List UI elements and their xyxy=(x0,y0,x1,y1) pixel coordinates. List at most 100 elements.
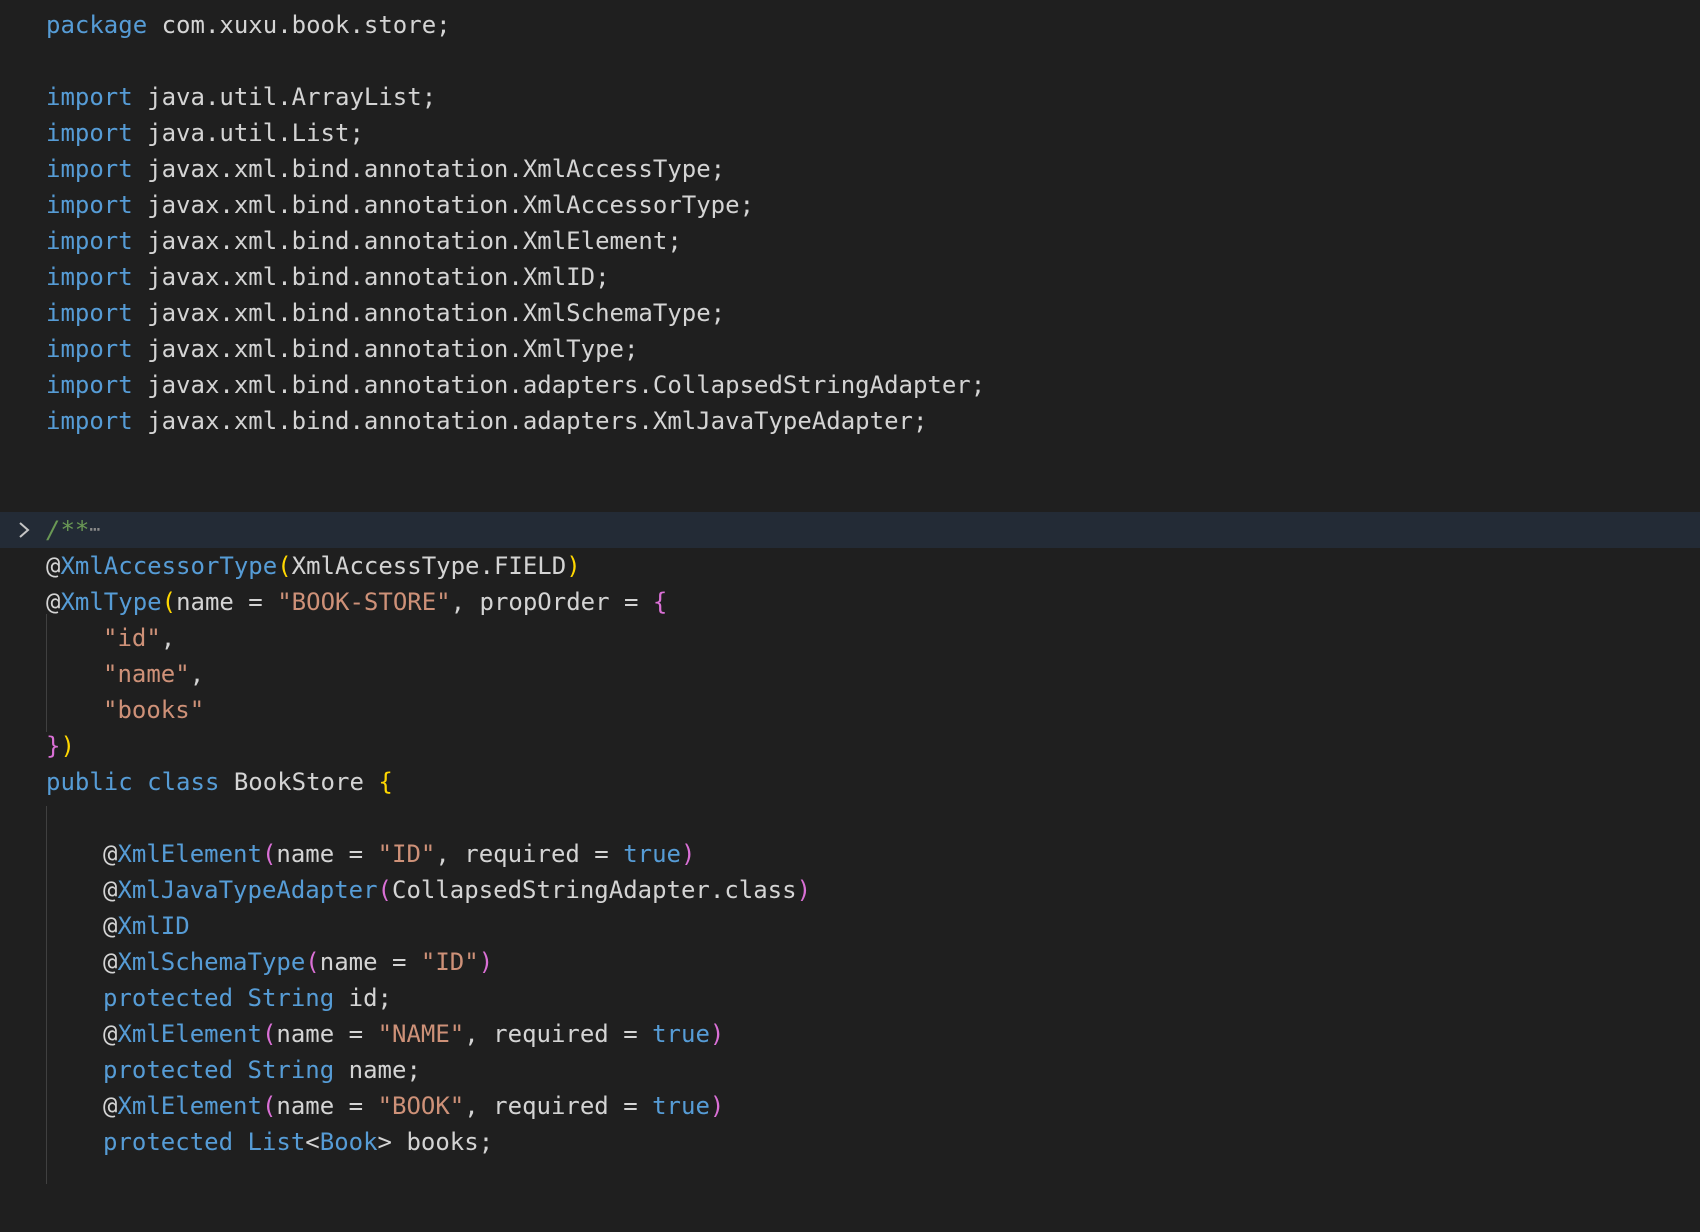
string-literal: "BOOK" xyxy=(377,1092,465,1120)
annotation-at: @ xyxy=(46,588,61,616)
code-line[interactable]: @XmlJavaTypeAdapter(CollapsedStringAdapt… xyxy=(0,872,1700,908)
string-literal: "books" xyxy=(103,696,205,724)
type-name: String xyxy=(247,1056,335,1084)
comment: /** xyxy=(46,516,90,544)
code-line[interactable]: import javax.xml.bind.annotation.XmlElem… xyxy=(0,223,1700,259)
keyword: import xyxy=(46,263,133,291)
keyword: protected xyxy=(103,1056,234,1084)
code-line[interactable]: @XmlAccessorType(XmlAccessType.FIELD) xyxy=(0,548,1700,584)
code-line[interactable]: import javax.xml.bind.annotation.XmlSche… xyxy=(0,295,1700,331)
brace: { xyxy=(378,768,393,796)
keyword: import xyxy=(46,155,133,183)
annotation-name: XmlElement xyxy=(117,840,262,868)
code-line[interactable]: protected String name; xyxy=(0,1052,1700,1088)
code-line[interactable]: import javax.xml.bind.annotation.XmlID; xyxy=(0,259,1700,295)
code-line[interactable]: public class BookStore { xyxy=(0,764,1700,800)
folded-comment-line[interactable]: /**⋯ xyxy=(0,512,1700,548)
annotation-name: XmlElement xyxy=(117,1020,262,1048)
code-text: id; xyxy=(334,984,392,1012)
code-line[interactable]: @XmlElement(name = "ID", required = true… xyxy=(0,836,1700,872)
class-name: BookStore xyxy=(219,768,379,796)
code-text: name = xyxy=(176,588,278,616)
code-line[interactable]: import javax.xml.bind.annotation.adapter… xyxy=(0,403,1700,439)
keyword: import xyxy=(46,191,133,219)
keyword: true xyxy=(652,1020,710,1048)
code-line[interactable]: @XmlElement(name = "BOOK", required = tr… xyxy=(0,1088,1700,1124)
annotation-name: XmlID xyxy=(117,912,190,940)
code-line[interactable]: @XmlSchemaType(name = "ID") xyxy=(0,944,1700,980)
code-text: javax.xml.bind.annotation.adapters.XmlJa… xyxy=(132,407,928,435)
code-text: books; xyxy=(392,1128,494,1156)
code-line[interactable]: protected List<Book> books; xyxy=(0,1124,1700,1160)
code-line[interactable]: "id", xyxy=(0,620,1700,656)
code-line[interactable]: "name", xyxy=(0,656,1700,692)
code-editor[interactable]: package com.xuxu.book.store; import java… xyxy=(0,0,1700,1184)
code-line[interactable]: import javax.xml.bind.annotation.adapter… xyxy=(0,367,1700,403)
paren: ) xyxy=(60,732,75,760)
code-text: name = xyxy=(276,1020,378,1048)
keyword: class xyxy=(147,768,220,796)
paren: ( xyxy=(277,552,292,580)
type-name: Book xyxy=(319,1128,378,1156)
code-text: , required = xyxy=(435,840,624,868)
code-line[interactable]: import java.util.List; xyxy=(0,115,1700,151)
code-text: java.util.ArrayList; xyxy=(132,83,437,111)
paren: ) xyxy=(796,876,812,904)
type-name: List xyxy=(247,1128,306,1156)
code-text: , xyxy=(189,660,205,688)
code-line[interactable]: @XmlID xyxy=(0,908,1700,944)
string-literal: "id" xyxy=(103,624,161,652)
keyword: protected xyxy=(103,1128,234,1156)
code-text: , required = xyxy=(464,1092,653,1120)
type-name: String xyxy=(247,984,335,1012)
paren: ) xyxy=(709,1020,725,1048)
fold-ellipsis[interactable]: ⋯ xyxy=(89,512,100,548)
code-line[interactable]: package com.xuxu.book.store; xyxy=(0,7,1700,43)
code-line[interactable]: import javax.xml.bind.annotation.XmlAcce… xyxy=(0,151,1700,187)
paren: ( xyxy=(261,1092,277,1120)
code-line[interactable]: import javax.xml.bind.annotation.XmlType… xyxy=(0,331,1700,367)
chevron-right-icon[interactable] xyxy=(14,512,34,548)
paren: ( xyxy=(261,840,277,868)
keyword: public xyxy=(46,768,133,796)
paren: ) xyxy=(566,552,581,580)
keyword: import xyxy=(46,371,133,399)
annotation-name: XmlJavaTypeAdapter xyxy=(117,876,378,904)
annotation-name: XmlAccessorType xyxy=(60,552,278,580)
keyword: protected xyxy=(103,984,234,1012)
code-text: XmlAccessType.FIELD xyxy=(291,552,567,580)
code-text: name; xyxy=(334,1056,421,1084)
keyword: import xyxy=(46,299,133,327)
keyword: import xyxy=(46,335,133,363)
code-line[interactable]: @XmlElement(name = "NAME", required = tr… xyxy=(0,1016,1700,1052)
keyword: import xyxy=(46,83,133,111)
paren: ) xyxy=(709,1092,725,1120)
annotation-at: @ xyxy=(46,552,61,580)
keyword: import xyxy=(46,407,133,435)
code-line[interactable]: import javax.xml.bind.annotation.XmlAcce… xyxy=(0,187,1700,223)
paren: ( xyxy=(161,588,177,616)
annotation-name: XmlType xyxy=(60,588,162,616)
annotation-name: XmlSchemaType xyxy=(117,948,306,976)
code-line[interactable]: import java.util.ArrayList; xyxy=(0,79,1700,115)
annotation-at: @ xyxy=(103,1092,118,1120)
keyword: package xyxy=(46,11,148,39)
annotation-at: @ xyxy=(103,840,118,868)
brace: } xyxy=(46,732,61,760)
code-line[interactable]: }) xyxy=(0,728,1700,764)
code-text: javax.xml.bind.annotation.adapters.Colla… xyxy=(132,371,986,399)
code-line[interactable]: "books" xyxy=(0,692,1700,728)
code-text: java.util.List; xyxy=(132,119,364,147)
code-line[interactable]: protected String id; xyxy=(0,980,1700,1016)
code-text: javax.xml.bind.annotation.XmlType; xyxy=(132,335,639,363)
code-text: javax.xml.bind.annotation.XmlAccessType; xyxy=(132,155,726,183)
string-literal: "NAME" xyxy=(377,1020,465,1048)
paren: ) xyxy=(478,948,494,976)
keyword: true xyxy=(623,840,681,868)
string-literal: "name" xyxy=(103,660,190,688)
annotation-at: @ xyxy=(103,876,118,904)
keyword: import xyxy=(46,119,133,147)
annotation-name: XmlElement xyxy=(117,1092,262,1120)
code-text: javax.xml.bind.annotation.XmlAccessorTyp… xyxy=(132,191,755,219)
code-line[interactable]: @XmlType(name = "BOOK-STORE", propOrder … xyxy=(0,584,1700,620)
